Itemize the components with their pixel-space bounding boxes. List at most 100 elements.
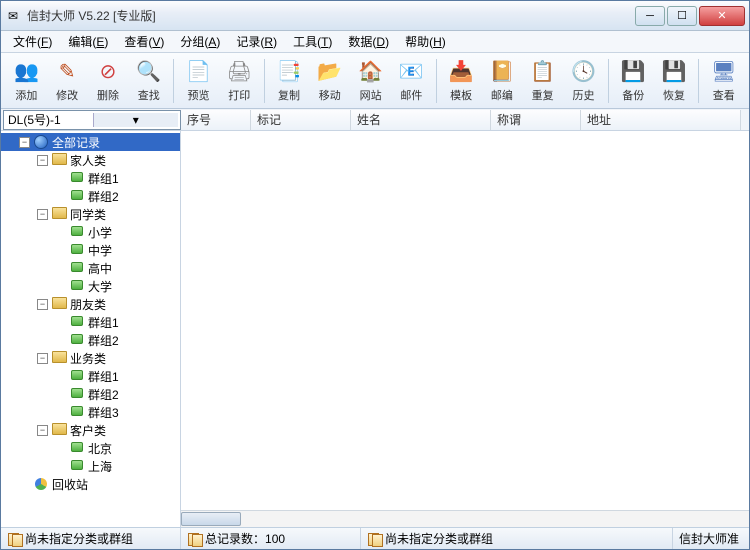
tree-node-icon	[51, 153, 67, 167]
tree-group[interactable]: 群组3	[1, 403, 180, 421]
expander-icon[interactable]: −	[37, 155, 48, 166]
maximize-button[interactable]: ☐	[667, 6, 697, 26]
tree-node-icon	[33, 477, 49, 491]
tree-node-label: 家人类	[70, 152, 106, 169]
column-salutation[interactable]: 称谓	[491, 110, 581, 130]
mail-button[interactable]: 📧邮件	[392, 56, 431, 106]
tree-group[interactable]: 群组2	[1, 187, 180, 205]
tree-node-icon	[69, 387, 85, 401]
tree-group[interactable]: 上海	[1, 457, 180, 475]
history-button[interactable]: 🕓历史	[564, 56, 603, 106]
tree-node-label: 群组1	[88, 314, 119, 331]
edit-button[interactable]: ✎ 修改	[48, 56, 87, 106]
chevron-down-icon[interactable]: ▾	[93, 113, 179, 127]
titlebar: ✉ 信封大师 V5.22 [专业版] ─ ☐ ✕	[1, 1, 749, 31]
dedup-button[interactable]: 📋重复	[523, 56, 562, 106]
tree-category[interactable]: −业务类	[1, 349, 180, 367]
tree-node-icon	[69, 459, 85, 473]
edit-label: 修改	[56, 87, 78, 103]
search-button[interactable]: 🔍查找	[129, 56, 168, 106]
tree-group[interactable]: 群组1	[1, 169, 180, 187]
menu-a[interactable]: 分组(A)	[172, 31, 228, 52]
copy-button[interactable]: 📑复制	[270, 56, 309, 106]
tree-group[interactable]: 小学	[1, 223, 180, 241]
tree-group[interactable]: 高中	[1, 259, 180, 277]
tree-group[interactable]: 群组2	[1, 331, 180, 349]
status-cell-1: 尚未指定分类或群组	[1, 528, 181, 549]
folder-icon	[7, 532, 21, 546]
column-name[interactable]: 姓名	[351, 110, 491, 130]
list-body[interactable]	[181, 131, 749, 510]
print-button[interactable]: 🖨打印	[220, 56, 259, 106]
tree-category[interactable]: − 家人类	[1, 151, 180, 169]
expander-icon[interactable]: −	[37, 425, 48, 436]
tree-node-icon	[51, 297, 67, 311]
print-label: 打印	[228, 87, 250, 103]
horizontal-scrollbar[interactable]	[181, 510, 749, 527]
template-icon: 📥	[448, 59, 474, 85]
toolbar-separator	[173, 59, 174, 103]
statusbar: 尚未指定分类或群组 总记录数： 100 尚未指定分类或群组 信封大师准	[1, 527, 749, 549]
app-window: ✉ 信封大师 V5.22 [专业版] ─ ☐ ✕ 文件(F)编辑(E)查看(V)…	[0, 0, 750, 550]
move-button[interactable]: 📂移动	[310, 56, 349, 106]
dedup-label: 重复	[532, 87, 554, 103]
tree-root[interactable]: −全部记录	[1, 133, 180, 151]
template-button[interactable]: 📥模板	[442, 56, 481, 106]
expander-icon[interactable]: −	[37, 209, 48, 220]
backup-button[interactable]: 💾备份	[614, 56, 653, 106]
window-title: 信封大师 V5.22 [专业版]	[27, 7, 635, 24]
menu-r[interactable]: 记录(R)	[228, 31, 285, 52]
site-label: 网站	[360, 87, 382, 103]
menu-v[interactable]: 查看(V)	[116, 31, 172, 52]
menu-h[interactable]: 帮助(H)	[397, 31, 454, 52]
menu-e[interactable]: 编辑(E)	[60, 31, 116, 52]
column-mark[interactable]: 标记	[251, 110, 351, 130]
postcode-button[interactable]: 📔邮编	[483, 56, 522, 106]
size-combo[interactable]: DL(5号)-1 ▾	[3, 110, 181, 130]
tree-recycle[interactable]: 回收站	[1, 475, 180, 493]
tree-node-label: 中学	[88, 242, 112, 259]
tree-group[interactable]: 大学	[1, 277, 180, 295]
backup-icon: 💾	[620, 59, 646, 85]
tree-category[interactable]: − 客户类	[1, 421, 180, 439]
column-index[interactable]: 序号	[181, 110, 251, 130]
status-cell-2: 总记录数： 100	[181, 528, 361, 549]
copy-label: 复制	[278, 87, 300, 103]
tree-category[interactable]: −同学类	[1, 205, 180, 223]
minimize-button[interactable]: ─	[635, 6, 665, 26]
tree-group[interactable]: 中学	[1, 241, 180, 259]
restore-button[interactable]: 💾恢复	[655, 56, 694, 106]
preview-button[interactable]: 📄预览	[179, 56, 218, 106]
delete-button[interactable]: ⊘删除	[89, 56, 128, 106]
view-icon: 🖥	[711, 59, 737, 85]
menu-f[interactable]: 文件(F)	[5, 31, 60, 52]
menu-d[interactable]: 数据(D)	[340, 31, 397, 52]
tree-category[interactable]: −朋友类	[1, 295, 180, 313]
edit-icon: ✎	[54, 59, 80, 85]
close-button[interactable]: ✕	[699, 6, 745, 26]
tree-group[interactable]: 群组2	[1, 385, 180, 403]
tree-node-label: 客户类	[70, 422, 106, 439]
expander-icon[interactable]: −	[37, 299, 48, 310]
column-address[interactable]: 地址	[581, 110, 741, 130]
tree-group[interactable]: 群组1	[1, 367, 180, 385]
status-cell-4: 信封大师准	[673, 528, 749, 549]
tree-node-icon	[51, 207, 67, 221]
tree-group[interactable]: 群组1	[1, 313, 180, 331]
menu-t[interactable]: 工具(T)	[285, 31, 340, 52]
site-button[interactable]: 🏠 网站	[351, 56, 390, 106]
tree-node-icon	[69, 189, 85, 203]
site-icon: 🏠	[358, 59, 384, 85]
tree-node-icon	[69, 261, 85, 275]
tree-node-label: 群组2	[88, 188, 119, 205]
main-area: −全部记录−家人类群组1群组2−同学类小学中学高中大学−朋友类群组1群组2−业务…	[1, 131, 749, 527]
expander-icon[interactable]: −	[19, 137, 30, 148]
mail-label: 邮件	[400, 87, 422, 103]
view-button[interactable]: 🖥查看	[704, 56, 743, 106]
add-button[interactable]: 👥添加	[7, 56, 46, 106]
postcode-label: 邮编	[491, 87, 513, 103]
restore-label: 恢复	[663, 87, 685, 103]
tree-group[interactable]: 北京	[1, 439, 180, 457]
scroll-thumb[interactable]	[181, 512, 241, 526]
expander-icon[interactable]: −	[37, 353, 48, 364]
